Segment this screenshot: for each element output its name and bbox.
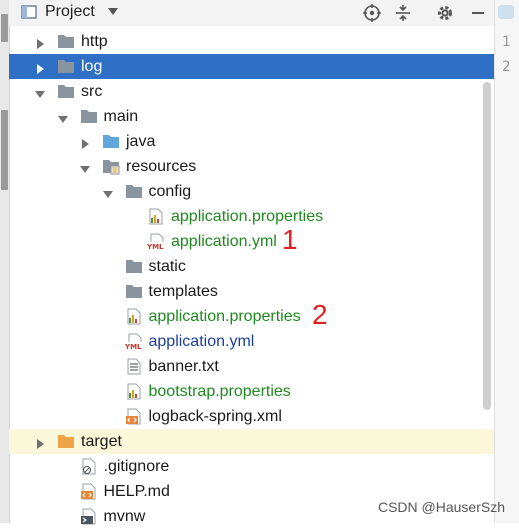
tree-item-label: bootstrap.properties	[148, 383, 291, 400]
resources-folder-icon	[102, 158, 120, 175]
tree-item-label: application.yml	[148, 333, 255, 350]
properties-file-icon	[125, 308, 143, 325]
tree-row-resources[interactable]: resources	[9, 154, 494, 179]
tree-row-http[interactable]: http	[9, 29, 494, 54]
folder-icon	[57, 83, 75, 100]
markdown-file-icon	[80, 483, 98, 500]
svg-text:YML: YML	[125, 343, 142, 350]
chevron-down-icon[interactable]	[102, 186, 113, 198]
collapse-all-icon[interactable]	[393, 3, 413, 23]
tree-row-target[interactable]: target	[9, 429, 494, 454]
yml-file-icon: YML	[146, 233, 165, 251]
chevron-right-icon[interactable]	[35, 61, 45, 74]
tree-row-config[interactable]: config	[9, 179, 494, 204]
folder-icon	[125, 183, 143, 200]
tree-row-bootstrap-properties[interactable]: bootstrap.properties	[9, 379, 494, 404]
tree-item-label: log	[81, 58, 103, 75]
properties-file-icon	[147, 208, 165, 225]
tree-item-label: http	[81, 33, 108, 50]
tree-item-label: .gitignore	[103, 458, 170, 475]
tree-item-label: banner.txt	[148, 358, 219, 375]
vertical-scrollbar[interactable]	[483, 82, 491, 410]
gitignore-file-icon	[80, 458, 98, 475]
tree-item-label: java	[126, 133, 156, 150]
tree-row-application-yml[interactable]: YML application.yml	[9, 229, 494, 254]
tree-item-label: templates	[148, 283, 218, 300]
tree-row-log[interactable]: log	[9, 54, 494, 79]
folder-icon	[80, 108, 98, 125]
tree-item-label: mvnw	[103, 508, 146, 525]
tree-item-label: logback-spring.xml	[148, 408, 282, 425]
xml-file-icon	[125, 408, 143, 425]
tree-row-gitignore[interactable]: .gitignore	[9, 454, 494, 479]
chevron-down-icon[interactable]	[57, 111, 68, 123]
gear-icon[interactable]	[435, 3, 455, 23]
yml-file-icon: YML	[124, 333, 143, 351]
tree-row-src[interactable]: src	[9, 79, 494, 104]
project-tree: http log src main java resources config applica…	[9, 29, 494, 525]
folder-icon	[125, 258, 143, 275]
tree-item-label: main	[103, 108, 139, 125]
line-number: 1	[502, 34, 511, 50]
tree-row-application-properties[interactable]: application.properties	[9, 304, 494, 329]
tree-row-logback-spring-xml[interactable]: logback-spring.xml	[9, 404, 494, 429]
excluded-folder-icon	[57, 433, 75, 450]
tree-item-label: application.properties	[171, 208, 324, 225]
folder-icon	[57, 58, 75, 75]
chevron-right-icon[interactable]	[35, 436, 45, 449]
annotation-number: 2	[312, 299, 328, 330]
tree-row-banner-txt[interactable]: banner.txt	[9, 354, 494, 379]
chevron-right-icon[interactable]	[35, 36, 45, 49]
tree-item-label: src	[81, 83, 103, 100]
tree-item-label: application.properties	[148, 308, 301, 325]
line-number: 2	[502, 59, 511, 75]
tree-row-templates[interactable]: templates	[9, 279, 494, 304]
editor-gutter: 1 2	[494, 0, 519, 523]
project-toolbar: Project	[9, 0, 494, 26]
script-file-icon	[80, 508, 98, 525]
annotation-number: 1	[282, 224, 298, 255]
text-file-icon	[125, 358, 143, 375]
tree-item-label: application.yml	[171, 233, 277, 250]
folder-icon	[57, 33, 75, 50]
editor-tab-icon[interactable]	[498, 5, 514, 19]
folder-icon	[125, 283, 143, 300]
tree-item-label: static	[148, 258, 186, 275]
tree-row-application-yml[interactable]: YML application.yml	[9, 329, 494, 354]
project-tool-tab[interactable]	[1, 14, 8, 42]
chevron-down-icon[interactable]	[80, 161, 90, 173]
minimize-icon[interactable]	[468, 3, 488, 23]
tree-item-label: target	[81, 433, 122, 450]
tree-row-main[interactable]: main	[9, 104, 494, 129]
source-folder-icon	[102, 133, 120, 150]
tree-item-label: config	[148, 183, 192, 200]
project-title[interactable]: Project	[45, 3, 95, 21]
locate-target-icon[interactable]	[362, 3, 382, 23]
tree-item-label: resources	[126, 158, 197, 175]
chevron-down-icon[interactable]	[35, 86, 45, 98]
tree-row-application-properties[interactable]: application.properties	[9, 204, 494, 229]
chevron-right-icon[interactable]	[80, 136, 90, 149]
structure-tool-tab[interactable]	[1, 110, 8, 190]
tree-row-static[interactable]: static	[9, 254, 494, 279]
svg-text:YML: YML	[147, 243, 164, 250]
project-window-icon	[21, 5, 37, 19]
properties-file-icon	[125, 383, 143, 400]
chevron-down-icon[interactable]	[108, 8, 118, 16]
watermark: CSDN @HauserSzh	[377, 499, 505, 515]
tree-row-java[interactable]: java	[9, 129, 494, 154]
tree-item-label: HELP.md	[103, 483, 170, 500]
